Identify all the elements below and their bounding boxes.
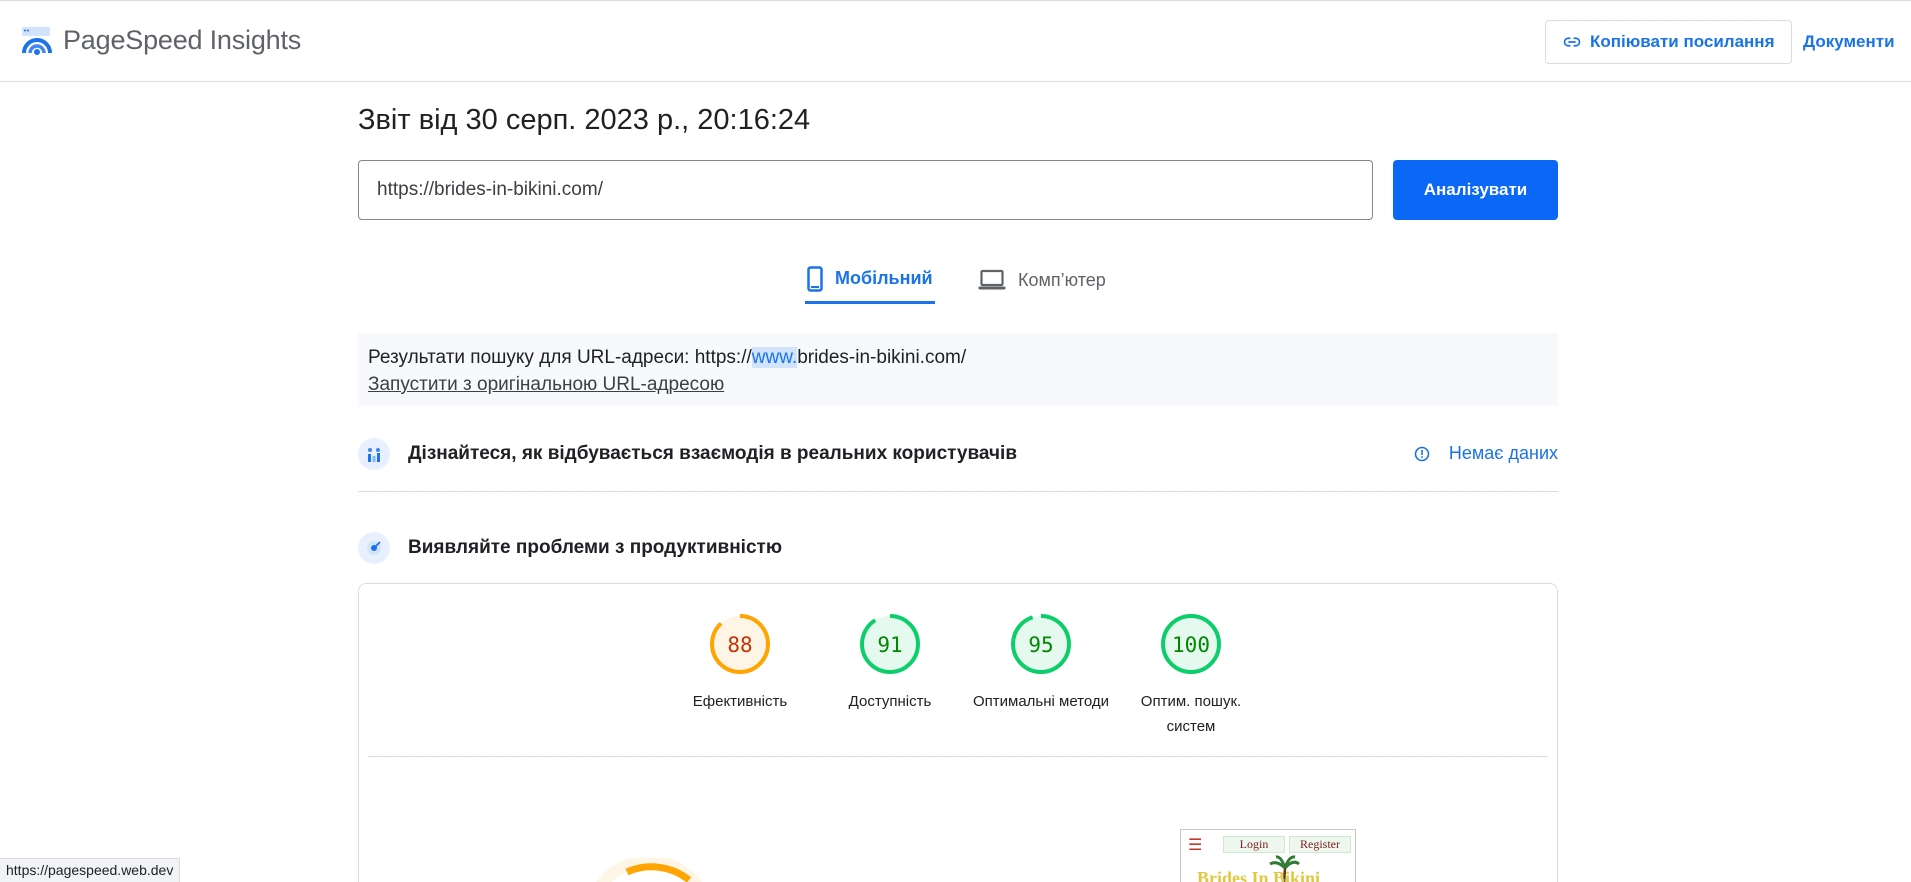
notice-prefix: Результати пошуку для URL-адреси: https:…	[368, 347, 752, 368]
smartphone-icon	[807, 265, 823, 292]
hamburger-menu-icon: ☰	[1188, 837, 1203, 854]
browser-status-url: https://pagespeed.web.dev	[0, 858, 181, 882]
notice-suffix: brides-in-bikini.com/	[797, 347, 967, 368]
score-ring: 100	[1161, 614, 1221, 674]
redirect-notice: Результати пошуку для URL-адреси: https:…	[358, 333, 1558, 406]
score-gauge-best-practices[interactable]: 95 Оптимальні методи	[966, 612, 1116, 714]
performance-large-gauge	[595, 858, 703, 882]
no-data-indicator[interactable]: Немає даних	[1414, 443, 1558, 464]
page-screenshot-thumbnail: ☰ Login Register Brides In Bikini	[1180, 829, 1356, 882]
section-divider	[358, 491, 1558, 492]
score-value: 95	[1028, 633, 1053, 657]
copy-link-label: Копіювати посилання	[1590, 32, 1775, 51]
url-input[interactable]	[358, 160, 1373, 220]
tab-mobile[interactable]: Мобільний	[805, 256, 935, 304]
app-brand[interactable]: PageSpeed Insights	[63, 25, 301, 56]
score-label: Доступність	[848, 693, 932, 710]
diagnose-title: Виявляйте проблеми з продуктивністю	[408, 537, 783, 558]
score-gauge-seo[interactable]: 100 Оптим. пошук. систем	[1116, 612, 1266, 739]
score-value: 91	[877, 633, 902, 657]
card-divider	[368, 756, 1548, 757]
score-gauge-accessibility[interactable]: 91 Доступність	[815, 612, 965, 714]
score-value: 88	[727, 633, 752, 657]
field-data-section[interactable]: Дізнайтеся, як відбувається взаємодія в …	[358, 437, 1558, 471]
users-chart-icon	[358, 438, 390, 470]
field-data-title: Дізнайтеся, як відбувається взаємодія в …	[408, 443, 1017, 464]
report-title: Звіт від 30 серп. 2023 р., 20:16:24	[358, 104, 811, 136]
notice-highlight: www.	[751, 347, 798, 368]
score-gauge-performance[interactable]: 88 Ефективність	[665, 612, 815, 714]
lighthouse-icon	[358, 532, 390, 564]
thumbnail-site-title: Brides In Bikini	[1197, 868, 1321, 882]
thumbnail-login: Login	[1223, 836, 1285, 853]
info-icon	[1414, 446, 1430, 461]
score-ring: 91	[860, 614, 920, 674]
redirect-notice-text: Результати пошуку для URL-адреси: https:…	[368, 347, 966, 369]
run-original-url-link[interactable]: Запустити з оригінальною URL-адресою	[368, 374, 724, 396]
laptop-icon	[978, 269, 1006, 290]
score-label: Оптим. пошук. систем	[1140, 693, 1242, 735]
docs-link[interactable]: Документи	[1803, 32, 1895, 52]
score-ring: 88	[710, 614, 770, 674]
score-label: Оптимальні методи	[972, 693, 1110, 710]
copy-link-button[interactable]: Копіювати посилання	[1545, 20, 1792, 64]
score-ring: 95	[1011, 614, 1071, 674]
pagespeed-logo-icon[interactable]	[20, 25, 54, 59]
analyze-button[interactable]: Аналізувати	[1393, 160, 1558, 220]
link-icon	[1563, 37, 1581, 47]
diagnose-section: Виявляйте проблеми з продуктивністю	[358, 531, 1558, 565]
tab-desktop[interactable]: Комп’ютер	[978, 256, 1118, 304]
thumbnail-register: Register	[1289, 836, 1351, 853]
scores-card: 88 Ефективність 91 Доступність 95 Оптимальні …	[358, 583, 1558, 882]
score-label: Ефективність	[692, 693, 788, 710]
tab-desktop-label: Комп’ютер	[1018, 269, 1106, 290]
top-app-bar: PageSpeed Insights Копіювати посилання Д…	[0, 0, 1911, 82]
tab-mobile-label: Мобільний	[835, 268, 933, 288]
score-value: 100	[1172, 633, 1210, 657]
no-data-label: Немає даних	[1448, 443, 1558, 463]
